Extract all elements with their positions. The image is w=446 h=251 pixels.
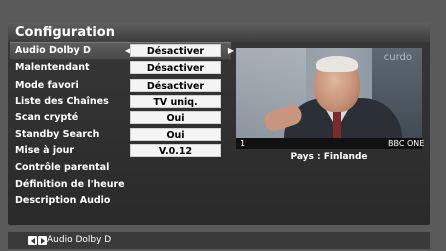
menu-label: Malentendant [15,62,90,73]
menu-row-definition-heure[interactable]: Définition de l'heure [10,177,231,193]
tv-preview: curdo [236,48,422,144]
menu-value[interactable]: Désactiver [130,61,221,74]
page-title: Configuration [15,25,115,40]
menu-label: Définition de l'heure [15,179,125,190]
menu-value[interactable]: Désactiver [130,44,221,57]
menu-label: Mode favori [15,80,79,91]
menu-label: Mise à jour [15,145,75,156]
menu-row-liste-des-chaines[interactable]: Liste des Chaînes TV uniq. [10,94,231,110]
left-button-icon [28,236,37,245]
menu-row-controle-parental[interactable]: Contrôle parental [10,160,231,176]
right-button-icon [38,236,47,245]
channel-name: BBC ONE [388,139,425,148]
menu-row-malentendant[interactable]: Malentendant Désactiver [10,60,231,76]
channel-number: 1 [240,139,246,148]
menu-row-description-audio[interactable]: Description Audio [10,193,231,209]
menu-label: Contrôle parental [15,162,110,173]
country-label: Pays : Finlande [290,152,368,162]
menu-label: Liste des Chaînes [15,96,109,107]
preview-watermark: curdo [383,52,412,63]
menu-row-standby-search[interactable]: Standby Search Oui [10,127,231,143]
footer-hint: Audio Dolby D [47,235,112,245]
menu-value[interactable]: TV uniq. [130,95,221,108]
menu-row-mise-a-jour[interactable]: Mise à jour V.0.12 [10,143,231,159]
menu-value[interactable]: Oui [130,111,221,124]
menu-label: Audio Dolby D [15,45,91,56]
menu-row-audio-dolby-d[interactable]: Audio Dolby D ◀ Désactiver ▶ [10,42,234,60]
arrow-right-icon[interactable]: ▶ [226,45,236,57]
menu-label: Scan crypté [15,112,79,123]
menu-row-scan-crypte[interactable]: Scan crypté Oui [10,110,231,126]
menu-label: Standby Search [15,129,100,140]
menu-label: Description Audio [15,195,111,206]
menu-row-mode-favori[interactable]: Mode favori Désactiver [10,78,231,94]
menu-value[interactable]: Oui [130,128,221,141]
menu-value[interactable]: Désactiver [130,79,221,92]
menu-value[interactable]: V.0.12 [130,144,221,157]
